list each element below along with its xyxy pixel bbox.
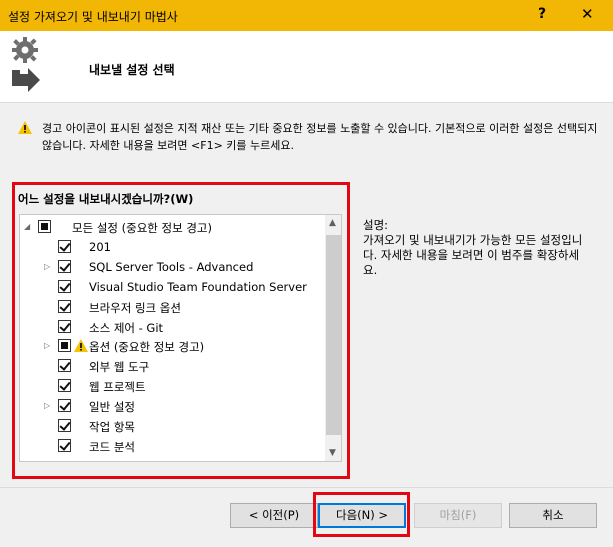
cancel-button[interactable]: 취소 (509, 503, 597, 528)
tree-item[interactable]: 작업 항목 (20, 416, 326, 436)
tree-item[interactable]: 외부 웹 도구 (20, 356, 326, 376)
collapsed-arrow-icon[interactable]: ▷ (44, 262, 52, 271)
close-button[interactable]: ✕ (581, 5, 594, 23)
tree-item-checkbox[interactable] (58, 299, 71, 313)
tree-item[interactable]: ◢ 모든 설정 (중요한 정보 경고) (20, 217, 326, 237)
tree-item[interactable]: 소스 제어 - Git (20, 317, 326, 337)
tree-item-label: 소스 제어 - Git (89, 320, 164, 335)
warning-icon (18, 121, 32, 134)
tree-item[interactable]: ▷ 일반 설정 (20, 396, 326, 416)
tree-item[interactable]: 201 (20, 237, 326, 257)
footer-divider (0, 487, 613, 488)
tree-item[interactable]: 웹 프로젝트 (20, 376, 326, 396)
tree-item-label: 코드 분석 (89, 439, 135, 454)
back-button[interactable]: < 이전(P) (230, 503, 318, 528)
description-text: 가져오기 및 내보내기가 가능한 모든 설정입니다. 자세한 내용을 보려면 이… (363, 233, 583, 277)
warning-icon (74, 339, 88, 353)
tree-item[interactable]: ▷ SQL Server Tools - Advanced (20, 257, 326, 277)
help-button[interactable]: ? (538, 6, 546, 22)
tree-item-checkbox[interactable] (58, 419, 71, 432)
tree-item-checkbox[interactable] (58, 438, 71, 452)
settings-tree[interactable]: ◢ 모든 설정 (중요한 정보 경고) 201 ▷ SQL Server Tools -… (19, 214, 342, 462)
finish-button[interactable]: 마침(F) (414, 503, 502, 528)
page-heading: 내보낼 설정 선택 (89, 63, 175, 77)
tree-item-checkbox[interactable] (58, 239, 71, 253)
tree-item-label: 일반 설정 (89, 400, 135, 415)
scrollbar-thumb[interactable] (326, 235, 341, 435)
collapsed-arrow-icon[interactable]: ▷ (44, 342, 52, 350)
warning-text: 경고 아이콘이 표시된 설정은 지적 재산 또는 기타 중요한 정보를 노출할 … (42, 122, 598, 152)
window-title: 설정 가져오기 및 내보내기 마법사 (8, 10, 178, 24)
scroll-down-icon[interactable]: ▼ (329, 448, 336, 458)
tree-item-checkbox[interactable] (38, 220, 51, 233)
tree-item-label: 201 (89, 239, 111, 254)
tree-item[interactable]: 브라우저 링크 옵션 (20, 297, 326, 317)
expanded-arrow-icon[interactable]: ◢ (24, 223, 32, 231)
tree-item[interactable]: 코드 분석 (20, 436, 326, 456)
tree-item-checkbox[interactable] (58, 279, 71, 293)
tree-item-checkbox[interactable] (58, 359, 71, 373)
gear-import-export-icon (12, 37, 40, 92)
tree-item-label: 웹 프로젝트 (89, 380, 146, 395)
next-button[interactable]: 다음(N) > (318, 503, 406, 528)
tree-item-label: 옵션 (중요한 정보 경고) (89, 340, 205, 355)
tree-scrollbar[interactable]: ▲ ▼ (325, 215, 341, 461)
description-title: 설명: (363, 218, 389, 232)
tree-item-label: Visual Studio Team Foundation Server (89, 279, 307, 294)
collapsed-arrow-icon[interactable]: ▷ (44, 402, 52, 410)
tree-item-label: 브라우저 링크 옵션 (89, 300, 181, 315)
tree-item-label: SQL Server Tools - Advanced (89, 259, 254, 274)
export-settings-label: 어느 설정을 내보내시겠습니까?(W) (18, 192, 194, 206)
tree-item-checkbox[interactable] (58, 339, 71, 353)
tree-item-checkbox[interactable] (58, 319, 71, 333)
title-bar: 설정 가져오기 및 내보내기 마법사 ? ✕ (0, 0, 613, 31)
tree-item-checkbox[interactable] (58, 259, 71, 273)
tree-item[interactable]: Visual Studio Team Foundation Server (20, 277, 326, 297)
tree-item-label: 외부 웹 도구 (89, 360, 150, 375)
tree-item-checkbox[interactable] (58, 379, 71, 393)
tree-item-checkbox[interactable] (58, 399, 71, 413)
wizard-header: 내보낼 설정 선택 (0, 31, 613, 103)
tree-item-label: 작업 항목 (89, 420, 135, 434)
scroll-up-icon[interactable]: ▲ (329, 218, 336, 228)
tree-item[interactable]: ▷ 옵션 (중요한 정보 경고) (20, 336, 326, 356)
tree-item-label: 모든 설정 (중요한 정보 경고) (72, 221, 212, 235)
